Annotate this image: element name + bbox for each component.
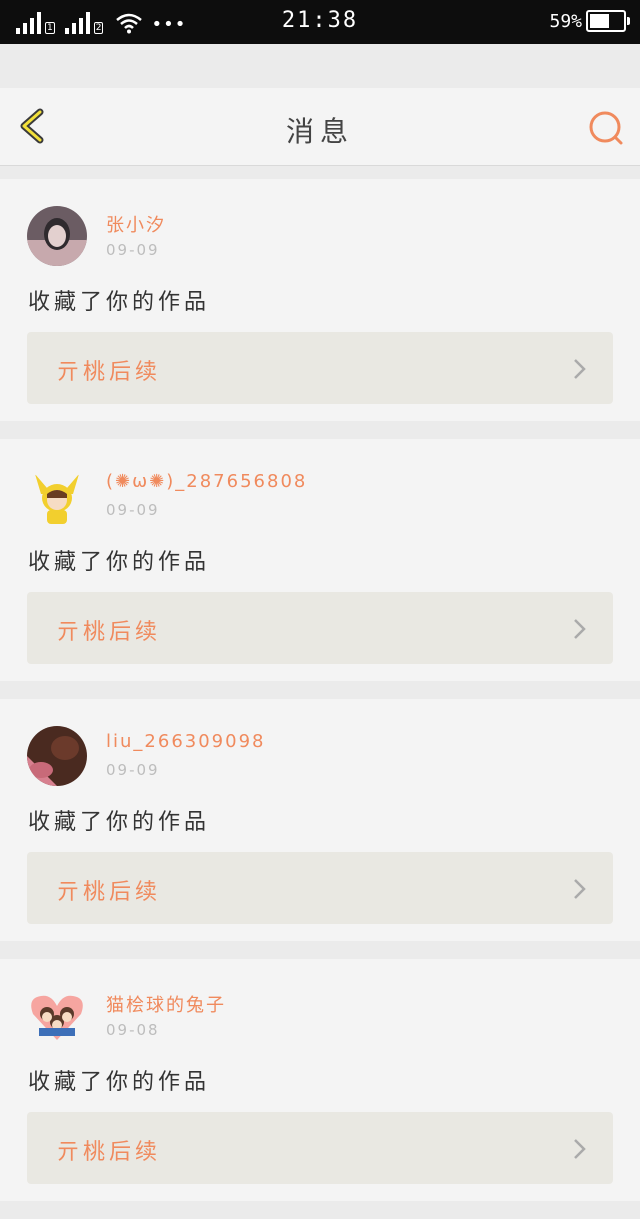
username[interactable]: liu_266309098 <box>106 731 265 752</box>
action-text: 收藏了你的作品 <box>28 1070 211 1095</box>
chevron-right-icon <box>574 359 586 379</box>
message-date: 09-09 <box>106 241 160 259</box>
username[interactable]: 猫桧球的兔子 <box>106 991 226 1017</box>
message-date: 09-09 <box>106 761 160 779</box>
page-title: 消息 <box>285 115 354 148</box>
user-avatar[interactable] <box>27 206 87 266</box>
status-bar: 1 2 ••• 21:38 59% <box>0 0 640 44</box>
action-text: 收藏了你的作品 <box>28 290 211 315</box>
username[interactable]: (✺ω✺)_287656808 <box>106 471 307 492</box>
work-link[interactable]: 亓桃后续 <box>27 592 613 664</box>
work-title: 亓桃后续 <box>57 360 162 385</box>
chevron-right-icon <box>574 879 586 899</box>
work-title: 亓桃后续 <box>57 880 162 905</box>
battery-icon <box>586 10 630 32</box>
clock: 21:38 <box>281 8 359 33</box>
action-text: 收藏了你的作品 <box>28 550 211 575</box>
message-card: 张小汐 09-09 收藏了你的作品 亓桃后续 <box>0 179 640 421</box>
chevron-right-icon <box>574 619 586 639</box>
message-card: (✺ω✺)_287656808 09-09 收藏了你的作品 亓桃后续 <box>0 439 640 681</box>
battery-percent: 59% <box>549 10 582 32</box>
work-link[interactable]: 亓桃后续 <box>27 332 613 404</box>
message-date: 09-09 <box>106 501 160 519</box>
nav-bar: 消息 <box>0 88 640 166</box>
battery-area: 59% <box>549 10 630 32</box>
message-feed: 张小汐 09-09 收藏了你的作品 亓桃后续 (✺ω✺)_287656808 0… <box>0 179 640 1219</box>
work-title: 亓桃后续 <box>57 1140 162 1165</box>
chevron-right-icon <box>574 1139 586 1159</box>
user-avatar[interactable] <box>27 986 87 1046</box>
message-date: 09-08 <box>106 1021 160 1039</box>
work-title: 亓桃后续 <box>57 620 162 645</box>
battery-fill <box>590 14 610 28</box>
username[interactable]: 张小汐 <box>106 211 166 237</box>
work-link[interactable]: 亓桃后续 <box>27 852 613 924</box>
work-link[interactable]: 亓桃后续 <box>27 1112 613 1184</box>
action-text: 收藏了你的作品 <box>28 810 211 835</box>
search-icon[interactable] <box>586 108 626 148</box>
message-card: liu_266309098 09-09 收藏了你的作品 亓桃后续 <box>0 699 640 941</box>
user-avatar[interactable] <box>27 466 87 526</box>
message-card: 猫桧球的兔子 09-08 收藏了你的作品 亓桃后续 <box>0 959 640 1201</box>
user-avatar[interactable] <box>27 726 87 786</box>
